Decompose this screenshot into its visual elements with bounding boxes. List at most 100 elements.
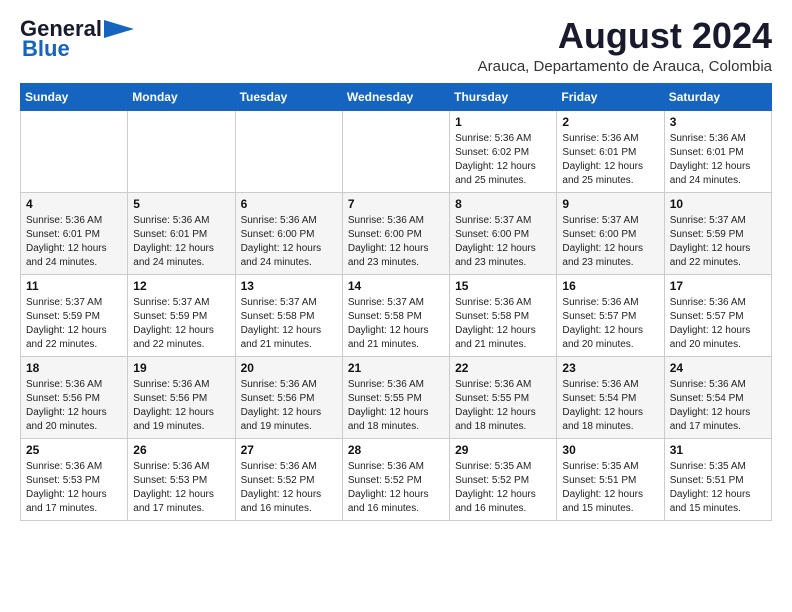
calendar-header: SundayMondayTuesdayWednesdayThursdayFrid…	[21, 83, 772, 110]
calendar-day-cell: 15Sunrise: 5:36 AM Sunset: 5:58 PM Dayli…	[450, 274, 557, 356]
calendar-day-cell	[342, 110, 449, 192]
day-info: Sunrise: 5:36 AM Sunset: 6:02 PM Dayligh…	[455, 132, 551, 188]
day-info: Sunrise: 5:37 AM Sunset: 5:58 PM Dayligh…	[241, 296, 337, 352]
day-number: 29	[455, 443, 551, 457]
day-number: 10	[670, 197, 766, 211]
day-number: 21	[348, 361, 444, 375]
day-number: 25	[26, 443, 122, 457]
subtitle: Arauca, Departamento de Arauca, Colombia	[478, 58, 772, 75]
calendar-day-cell: 22 Sunrise: 5:36 AM Sunset: 5:55 PM Dayli…	[450, 356, 557, 438]
day-info: Sunrise: 5:37 AM Sunset: 5:59 PM Dayligh…	[26, 296, 122, 352]
calendar-day-cell: 28 Sunrise: 5:36 AM Sunset: 5:52 PM Dayli…	[342, 438, 449, 520]
calendar-week-row: 25 Sunrise: 5:36 AM Sunset: 5:53 PM Dayli…	[21, 438, 772, 520]
day-number: 17	[670, 279, 766, 293]
logo-blue-text: Blue	[20, 36, 70, 62]
day-info: Sunrise: 5:35 AM Sunset: 5:52 PM Dayligh…	[455, 460, 551, 516]
calendar-header-cell: Thursday	[450, 83, 557, 110]
day-info: Sunrise: 5:36 AM Sunset: 6:01 PM Dayligh…	[133, 214, 229, 270]
day-number: 7	[348, 197, 444, 211]
day-info: Sunrise: 5:37 AM Sunset: 6:00 PM Dayligh…	[562, 214, 658, 270]
day-number: 19	[133, 361, 229, 375]
day-number: 14	[348, 279, 444, 293]
calendar-day-cell: 25 Sunrise: 5:36 AM Sunset: 5:53 PM Dayli…	[21, 438, 128, 520]
day-info: Sunrise: 5:36 AM Sunset: 5:55 PM Dayligh…	[455, 378, 551, 434]
title-block: August 2024 Arauca, Departamento de Arau…	[478, 16, 772, 75]
calendar-day-cell: 31Sunrise: 5:35 AM Sunset: 5:51 PM Dayli…	[664, 438, 771, 520]
day-number: 5	[133, 197, 229, 211]
calendar-header-cell: Tuesday	[235, 83, 342, 110]
day-info: Sunrise: 5:36 AM Sunset: 6:00 PM Dayligh…	[348, 214, 444, 270]
day-info: Sunrise: 5:35 AM Sunset: 5:51 PM Dayligh…	[670, 460, 766, 516]
calendar-header-cell: Sunday	[21, 83, 128, 110]
day-number: 13	[241, 279, 337, 293]
main-title: August 2024	[478, 16, 772, 56]
day-number: 8	[455, 197, 551, 211]
calendar-week-row: 18 Sunrise: 5:36 AM Sunset: 5:56 PM Dayli…	[21, 356, 772, 438]
day-number: 15	[455, 279, 551, 293]
calendar-day-cell	[128, 110, 235, 192]
day-info: Sunrise: 5:36 AM Sunset: 5:56 PM Dayligh…	[241, 378, 337, 434]
day-info: Sunrise: 5:36 AM Sunset: 5:56 PM Dayligh…	[133, 378, 229, 434]
day-info: Sunrise: 5:36 AM Sunset: 5:57 PM Dayligh…	[562, 296, 658, 352]
calendar-day-cell: 26Sunrise: 5:36 AM Sunset: 5:53 PM Dayli…	[128, 438, 235, 520]
day-info: Sunrise: 5:36 AM Sunset: 5:56 PM Dayligh…	[26, 378, 122, 434]
calendar-day-cell: 29 Sunrise: 5:35 AM Sunset: 5:52 PM Dayli…	[450, 438, 557, 520]
calendar-day-cell: 14Sunrise: 5:37 AM Sunset: 5:58 PM Dayli…	[342, 274, 449, 356]
day-number: 12	[133, 279, 229, 293]
day-info: Sunrise: 5:37 AM Sunset: 5:59 PM Dayligh…	[670, 214, 766, 270]
calendar-day-cell: 12 Sunrise: 5:37 AM Sunset: 5:59 PM Dayli…	[128, 274, 235, 356]
calendar-body: 1 Sunrise: 5:36 AM Sunset: 6:02 PM Daylig…	[21, 110, 772, 520]
day-info: Sunrise: 5:36 AM Sunset: 5:57 PM Dayligh…	[670, 296, 766, 352]
day-number: 22	[455, 361, 551, 375]
day-number: 9	[562, 197, 658, 211]
logo: General Blue	[20, 16, 134, 62]
logo-arrow-icon	[104, 20, 134, 38]
calendar-header-cell: Friday	[557, 83, 664, 110]
calendar-week-row: 1 Sunrise: 5:36 AM Sunset: 6:02 PM Daylig…	[21, 110, 772, 192]
calendar-week-row: 11 Sunrise: 5:37 AM Sunset: 5:59 PM Dayli…	[21, 274, 772, 356]
calendar-header-cell: Wednesday	[342, 83, 449, 110]
day-info: Sunrise: 5:36 AM Sunset: 6:00 PM Dayligh…	[241, 214, 337, 270]
day-info: Sunrise: 5:36 AM Sunset: 5:52 PM Dayligh…	[348, 460, 444, 516]
day-number: 3	[670, 115, 766, 129]
day-info: Sunrise: 5:37 AM Sunset: 6:00 PM Dayligh…	[455, 214, 551, 270]
calendar-day-cell	[235, 110, 342, 192]
calendar-header-cell: Monday	[128, 83, 235, 110]
day-info: Sunrise: 5:37 AM Sunset: 5:59 PM Dayligh…	[133, 296, 229, 352]
calendar-day-cell: 7 Sunrise: 5:36 AM Sunset: 6:00 PM Daylig…	[342, 192, 449, 274]
calendar-day-cell	[21, 110, 128, 192]
calendar-day-cell: 5 Sunrise: 5:36 AM Sunset: 6:01 PM Daylig…	[128, 192, 235, 274]
day-info: Sunrise: 5:36 AM Sunset: 6:01 PM Dayligh…	[562, 132, 658, 188]
day-number: 1	[455, 115, 551, 129]
day-number: 24	[670, 361, 766, 375]
day-info: Sunrise: 5:36 AM Sunset: 5:53 PM Dayligh…	[26, 460, 122, 516]
calendar-day-cell: 10 Sunrise: 5:37 AM Sunset: 5:59 PM Dayli…	[664, 192, 771, 274]
calendar-day-cell: 19 Sunrise: 5:36 AM Sunset: 5:56 PM Dayli…	[128, 356, 235, 438]
day-number: 20	[241, 361, 337, 375]
calendar-day-cell: 18 Sunrise: 5:36 AM Sunset: 5:56 PM Dayli…	[21, 356, 128, 438]
calendar-day-cell: 17 Sunrise: 5:36 AM Sunset: 5:57 PM Dayli…	[664, 274, 771, 356]
day-number: 4	[26, 197, 122, 211]
page-header: General Blue August 2024 Arauca, Departa…	[20, 16, 772, 75]
calendar-day-cell: 20 Sunrise: 5:36 AM Sunset: 5:56 PM Dayli…	[235, 356, 342, 438]
calendar-day-cell: 24Sunrise: 5:36 AM Sunset: 5:54 PM Dayli…	[664, 356, 771, 438]
day-number: 18	[26, 361, 122, 375]
day-number: 16	[562, 279, 658, 293]
day-number: 6	[241, 197, 337, 211]
day-info: Sunrise: 5:36 AM Sunset: 5:53 PM Dayligh…	[133, 460, 229, 516]
day-info: Sunrise: 5:36 AM Sunset: 5:55 PM Dayligh…	[348, 378, 444, 434]
day-info: Sunrise: 5:35 AM Sunset: 5:51 PM Dayligh…	[562, 460, 658, 516]
calendar-header-row: SundayMondayTuesdayWednesdayThursdayFrid…	[21, 83, 772, 110]
calendar-table: SundayMondayTuesdayWednesdayThursdayFrid…	[20, 83, 772, 521]
calendar-day-cell: 23Sunrise: 5:36 AM Sunset: 5:54 PM Dayli…	[557, 356, 664, 438]
day-info: Sunrise: 5:36 AM Sunset: 5:52 PM Dayligh…	[241, 460, 337, 516]
day-number: 30	[562, 443, 658, 457]
day-number: 11	[26, 279, 122, 293]
day-number: 27	[241, 443, 337, 457]
day-number: 28	[348, 443, 444, 457]
calendar-day-cell: 9 Sunrise: 5:37 AM Sunset: 6:00 PM Daylig…	[557, 192, 664, 274]
calendar-day-cell: 1 Sunrise: 5:36 AM Sunset: 6:02 PM Daylig…	[450, 110, 557, 192]
calendar-day-cell: 8 Sunrise: 5:37 AM Sunset: 6:00 PM Daylig…	[450, 192, 557, 274]
calendar-header-cell: Saturday	[664, 83, 771, 110]
day-number: 2	[562, 115, 658, 129]
